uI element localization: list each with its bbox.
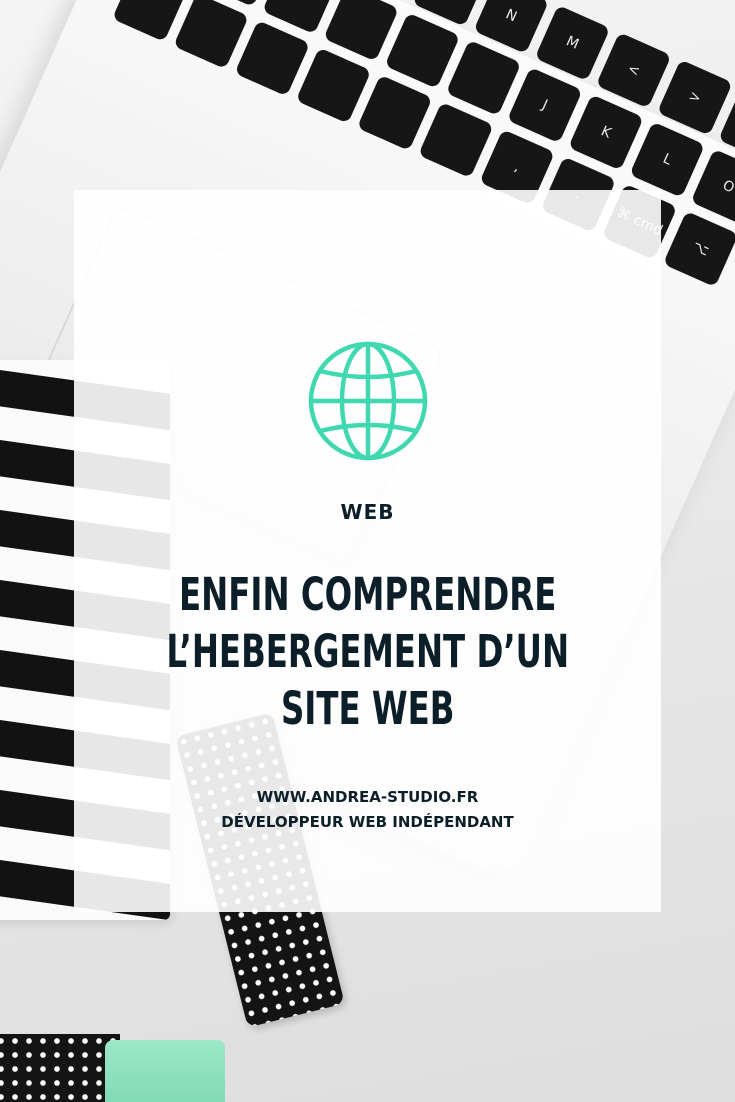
category-label: WEB <box>340 500 395 524</box>
article-title-line: SITE WEB <box>280 682 455 735</box>
keyboard-key <box>445 39 522 117</box>
keyboard-key <box>323 0 399 62</box>
author-tagline: DÉVELOPPEUR WEB INDÉPENDANT <box>221 813 514 831</box>
keyboard-key <box>356 74 433 151</box>
keyboard-key <box>112 0 188 42</box>
keyboard-key: M <box>534 4 611 82</box>
author-footer: WWW.ANDREA-STUDIO.FR DÉVELOPPEUR WEB IND… <box>221 785 513 835</box>
keyboard-key: > <box>657 59 733 136</box>
keyboard-key: ⌥ <box>662 210 735 288</box>
keyboard-key <box>384 12 461 89</box>
keyboard-key: K <box>568 94 644 171</box>
keyboard-key <box>295 47 372 124</box>
article-title-line: L’HEBERGEMENT D’UN <box>166 625 569 678</box>
keyboard-key: < <box>595 32 672 109</box>
pin-graphic: cmd⌘VBNM<>altJKLO,.⌘ cmd⌥ WEB ENFIN <box>0 0 735 1102</box>
keyboard-key: J <box>506 67 583 144</box>
keyboard-key: L <box>629 121 706 198</box>
keyboard-key <box>173 0 249 70</box>
keyboard-key <box>418 101 494 179</box>
article-title: ENFIN COMPRENDRE L’HEBERGEMENT D’UN SITE… <box>166 566 569 737</box>
title-card: WEB ENFIN COMPRENDRE L’HEBERGEMENT D’UN … <box>74 190 661 912</box>
globe-icon <box>308 341 427 461</box>
keyboard-key <box>234 20 311 97</box>
mint-highlighter <box>105 1040 225 1102</box>
article-title-line: ENFIN COMPRENDRE <box>178 568 557 621</box>
website-url: WWW.ANDREA-STUDIO.FR <box>256 788 479 806</box>
polka-dot-highlighter-bottom <box>0 1034 120 1102</box>
